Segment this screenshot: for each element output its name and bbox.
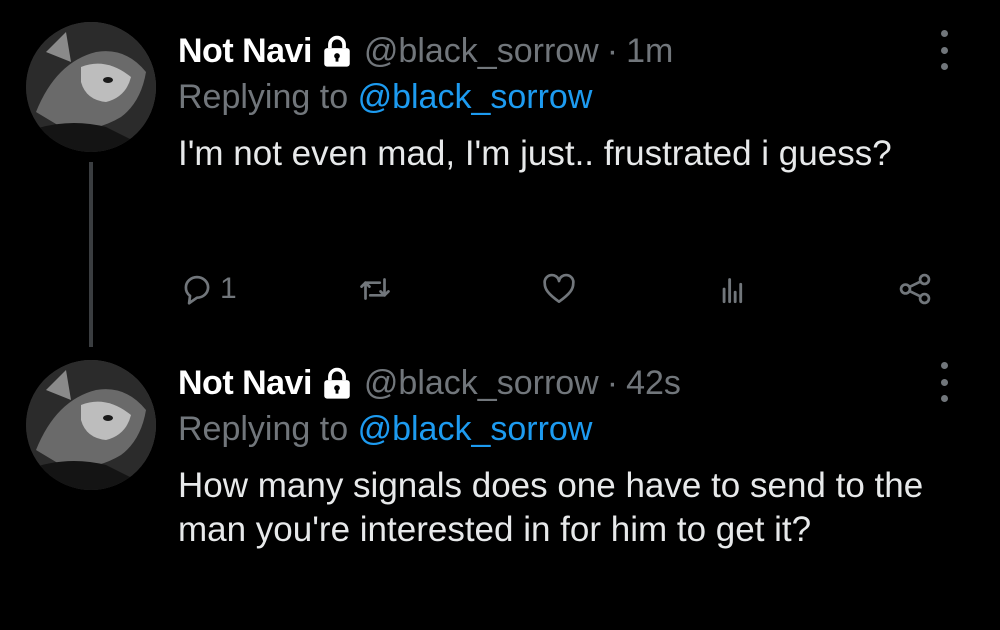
wolf-avatar-image: [26, 22, 156, 152]
thread-connector: [89, 162, 93, 347]
author-handle[interactable]: @black_sorrow: [364, 32, 599, 71]
timestamp[interactable]: 42s: [626, 364, 681, 403]
like-icon: [540, 270, 578, 308]
tweet-actions: 1: [178, 264, 948, 314]
replying-to-mention[interactable]: @black_sorrow: [358, 78, 593, 116]
avatar[interactable]: [26, 360, 156, 490]
replying-prefix: Replying to: [178, 410, 349, 448]
reply-button[interactable]: 1: [178, 264, 237, 314]
tweet-text: I'm not even mad, I'm just.. frustrated …: [178, 134, 892, 173]
wolf-avatar-image: [26, 360, 156, 490]
lock-icon: [320, 366, 354, 400]
replying-to-line: Replying to @black_sorrow: [178, 74, 940, 120]
share-button[interactable]: [896, 264, 934, 314]
retweet-icon: [356, 270, 394, 308]
replying-prefix: Replying to: [178, 78, 349, 116]
author-name[interactable]: Not Navi: [178, 364, 312, 403]
separator-dot: ·: [606, 363, 619, 402]
tweet[interactable]: Not Navi @black_sorrow · 1m Replying to …: [0, 0, 1000, 347]
author-handle[interactable]: @black_sorrow: [364, 364, 599, 403]
stats-icon: [713, 270, 751, 308]
tweet-header: Not Navi @black_sorrow · 42s: [178, 360, 940, 406]
reply-count: 1: [220, 272, 237, 305]
avatar[interactable]: [26, 22, 156, 152]
retweet-button[interactable]: [356, 264, 394, 314]
more-options-button[interactable]: [936, 30, 952, 70]
like-button[interactable]: [540, 264, 578, 314]
more-icon: [940, 30, 948, 37]
more-options-button[interactable]: [936, 362, 952, 402]
replying-to-mention[interactable]: @black_sorrow: [358, 410, 593, 448]
timestamp[interactable]: 1m: [626, 32, 673, 71]
tweet-content: Not Navi @black_sorrow · 42s Replying to…: [178, 360, 940, 552]
analytics-button[interactable]: [713, 264, 751, 314]
lock-icon: [320, 34, 354, 68]
share-icon: [896, 270, 934, 308]
reply-icon: [178, 270, 216, 308]
tweet[interactable]: Not Navi @black_sorrow · 42s Replying to…: [0, 340, 1000, 630]
separator-dot: ·: [606, 31, 619, 70]
more-icon: [940, 362, 948, 369]
author-name[interactable]: Not Navi: [178, 32, 312, 71]
replying-to-line: Replying to @black_sorrow: [178, 406, 940, 452]
tweet-text: How many signals does one have to send t…: [178, 466, 924, 549]
tweet-header: Not Navi @black_sorrow · 1m: [178, 28, 940, 74]
tweet-content: Not Navi @black_sorrow · 1m Replying to …: [178, 28, 940, 176]
